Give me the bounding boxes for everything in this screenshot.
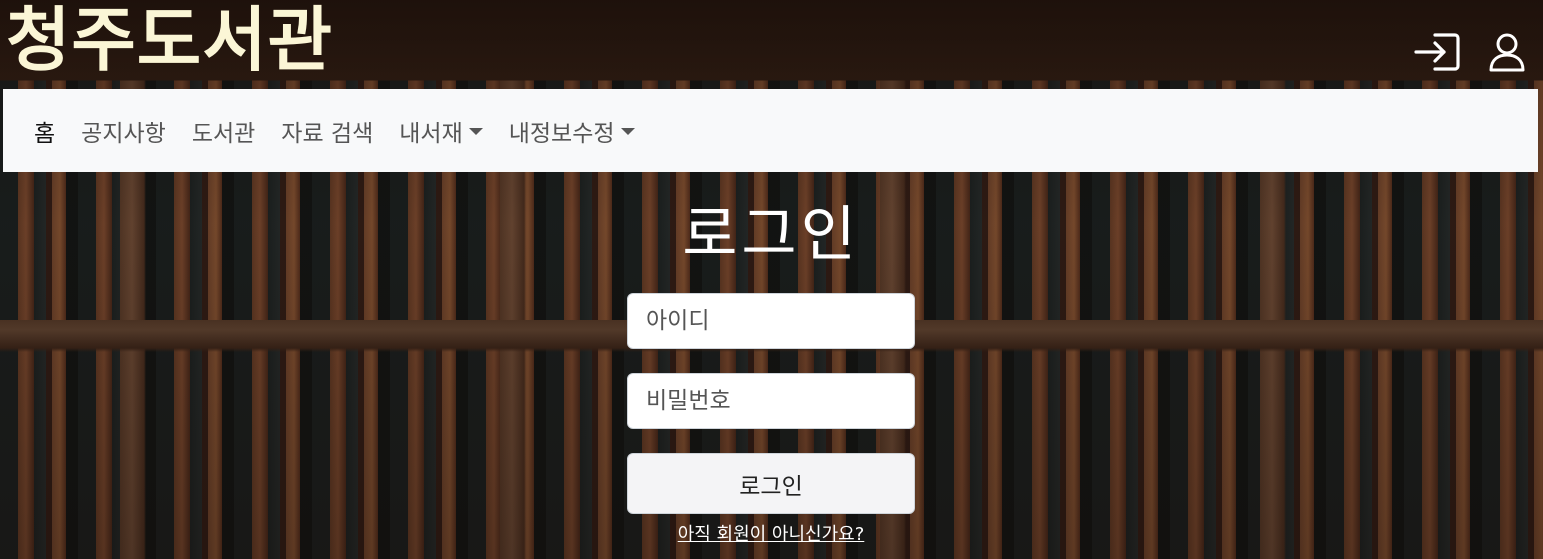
signup-link[interactable]: 아직 회원이 아니신가요?: [678, 523, 865, 547]
nav-item-label: 도서관: [191, 120, 256, 147]
nav-item-home[interactable]: 홈: [34, 114, 55, 148]
login-title: 로그인: [682, 200, 860, 270]
header-actions: [1413, 30, 1531, 74]
user-icon[interactable]: [1483, 30, 1531, 74]
username-input[interactable]: [627, 293, 915, 349]
caret-down-icon: [620, 128, 635, 135]
login-icon[interactable]: [1413, 30, 1461, 74]
nav-item-my-library[interactable]: 내서재: [399, 114, 483, 148]
site-logo-title[interactable]: 청주도서관: [6, 0, 333, 86]
nav-item-search[interactable]: 자료 검색: [281, 114, 373, 148]
nav-item-label: 홈: [34, 120, 56, 147]
main-navbar: 홈 공지사항 도서관 자료 검색 내서재 내정보수정: [3, 89, 1538, 172]
login-button[interactable]: 로그인: [627, 453, 915, 514]
caret-down-icon: [468, 128, 483, 135]
nav-item-label: 내서재: [399, 120, 463, 147]
nav-item-label: 내정보수정: [508, 120, 615, 147]
nav-item-label: 공지사항: [81, 120, 166, 147]
nav-item-notices[interactable]: 공지사항: [81, 114, 166, 148]
nav-item-edit-profile[interactable]: 내정보수정: [509, 114, 635, 148]
nav-item-label: 자료 검색: [281, 120, 374, 147]
password-input[interactable]: [627, 373, 915, 429]
nav-item-library[interactable]: 도서관: [192, 114, 255, 148]
login-form: 로그인 로그인 아직 회원이 아니신가요?: [627, 195, 915, 547]
